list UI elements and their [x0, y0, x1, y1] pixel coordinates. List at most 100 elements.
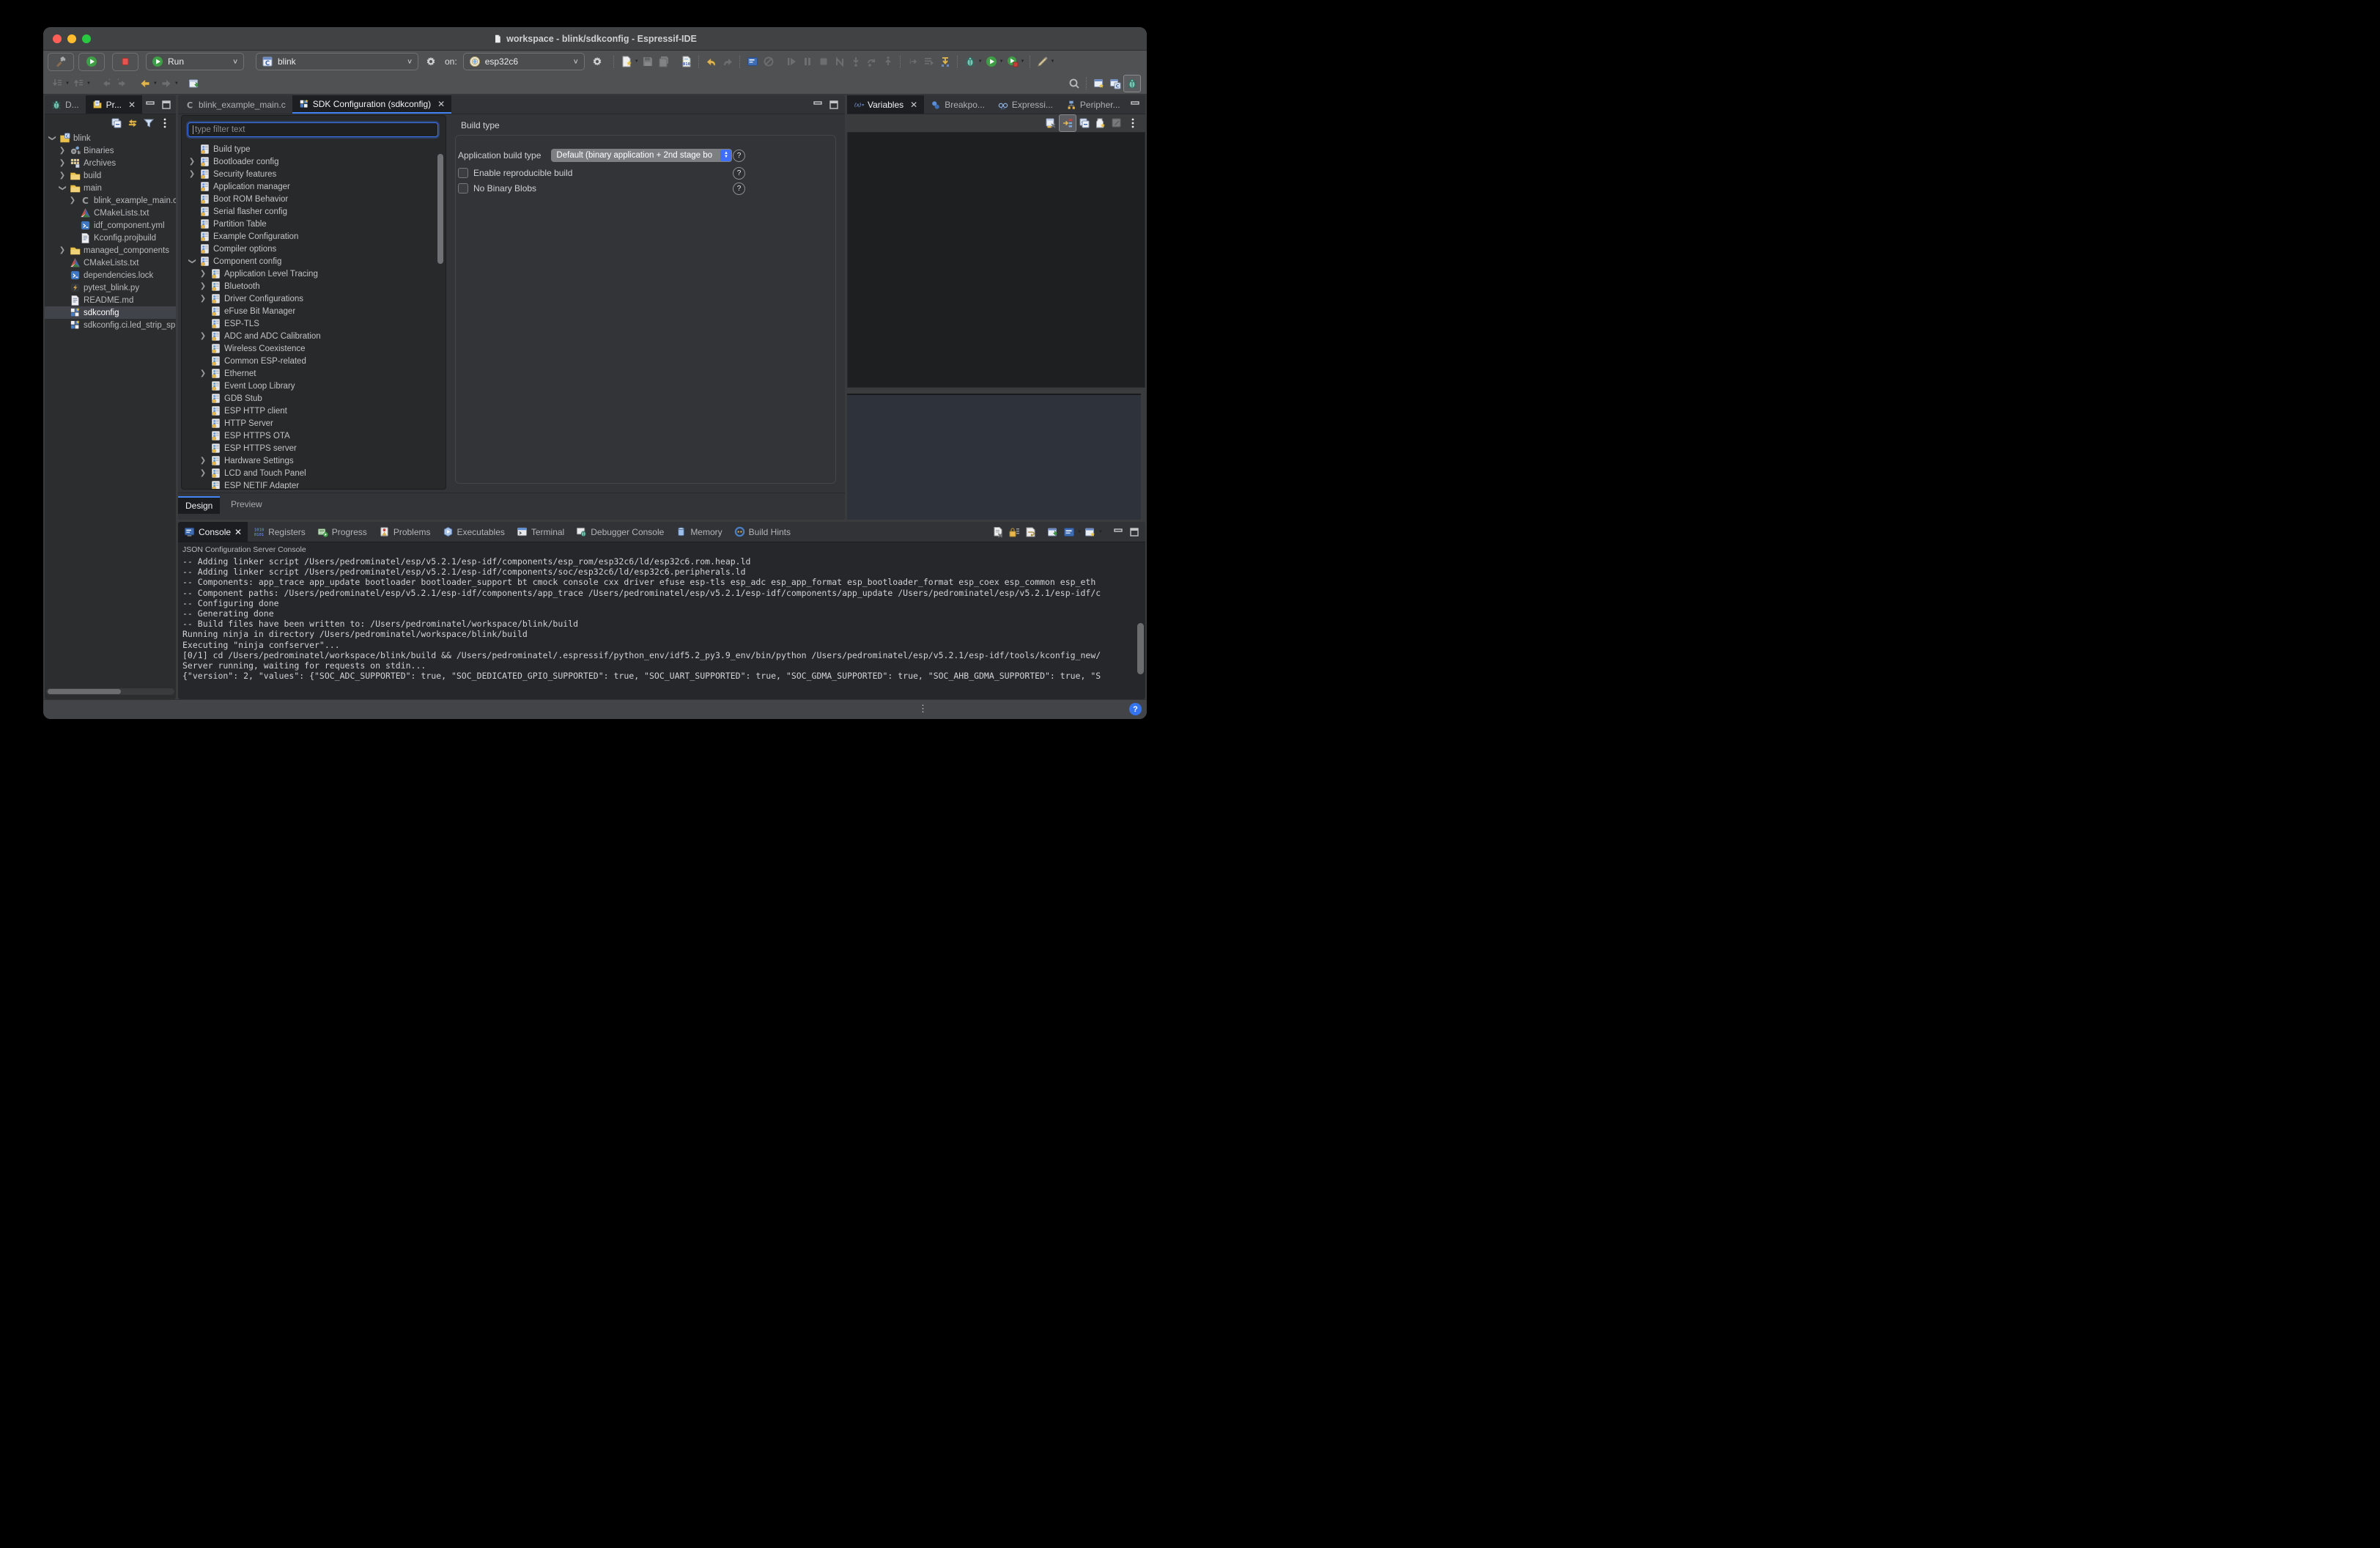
config-item-http-server[interactable]: HTTP Server [182, 417, 446, 430]
config-item-common-esp-related[interactable]: Common ESP-related [182, 355, 446, 367]
tab-terminal[interactable]: Terminal [511, 522, 570, 542]
config-item-security-features[interactable]: ❯Security features [182, 168, 446, 180]
tab-debugger-console[interactable]: Debugger Console [570, 522, 670, 542]
config-item-bootloader-config[interactable]: ❯Bootloader config [182, 155, 446, 168]
build-button[interactable] [48, 53, 74, 71]
tree-item-idf-component-yml[interactable]: idf_component.yml [45, 219, 176, 232]
config-item-serial-flasher-config[interactable]: Serial flasher config [182, 205, 446, 218]
target-gear-icon[interactable] [589, 54, 605, 70]
tab-blink-example-main[interactable]: C blink_example_main.c [178, 95, 292, 114]
tab-design[interactable]: Design [178, 496, 220, 514]
tree-item-blink-example-main-c[interactable]: ❯Cblink_example_main.c [45, 194, 176, 207]
display-console-icon[interactable] [1061, 524, 1077, 540]
search-icon[interactable] [1066, 75, 1082, 92]
help-icon[interactable]: ? [733, 167, 745, 180]
pin-console-icon[interactable] [1045, 524, 1061, 540]
config-item-compiler-options[interactable]: Compiler options [182, 243, 446, 255]
config-item-partition-table[interactable]: Partition Table [182, 218, 446, 230]
help-icon[interactable]: ? [733, 183, 745, 195]
close-window-button[interactable] [53, 34, 62, 43]
link-editor-icon[interactable] [125, 115, 141, 131]
stop-button[interactable] [112, 53, 138, 71]
drop-frame-icon[interactable] [937, 54, 953, 70]
config-item-wireless-coexistence[interactable]: Wireless Coexistence [182, 342, 446, 355]
config-item-hardware-settings[interactable]: ❯Hardware Settings [182, 454, 446, 467]
max-icon[interactable] [1143, 97, 1145, 113]
tab-build-hints[interactable]: Build Hints [728, 522, 797, 542]
tree-item-sdkconfig[interactable]: sdkconfig [45, 306, 176, 319]
new-wizard-icon[interactable] [618, 54, 635, 70]
app-build-type-select[interactable]: Default (binary application + 2nd stage … [551, 149, 732, 162]
show-type-icon[interactable] [1043, 115, 1059, 131]
expand-arrow-icon[interactable]: ❯ [58, 147, 67, 155]
launch-config-gear-icon[interactable] [423, 54, 439, 70]
target-select[interactable]: esp32c6∨ [463, 53, 585, 70]
expand-arrow-icon[interactable]: ❯ [68, 196, 77, 204]
undo-icon[interactable] [703, 54, 720, 70]
config-item-component-config[interactable]: ❯Component config [182, 255, 446, 268]
minimize-window-button[interactable] [67, 34, 76, 43]
tab-expressions[interactable]: x= Expressi... [991, 95, 1060, 114]
tab-breakpoints[interactable]: Breakpo... [924, 95, 991, 114]
collapse-all-icon[interactable] [108, 115, 125, 131]
filter-input[interactable]: type filter text [188, 122, 438, 137]
expand-arrow-icon[interactable]: ❯ [59, 184, 67, 193]
bug-icon[interactable] [962, 54, 978, 70]
config-item-build-type[interactable]: Build type [182, 143, 446, 155]
config-item-esp-netif-adapter[interactable]: ESP NETIF Adapter [182, 479, 446, 489]
dropdown-arrow-icon[interactable]: ▼ [1051, 59, 1055, 64]
config-item-boot-rom-behavior[interactable]: Boot ROM Behavior [182, 193, 446, 205]
help-icon[interactable]: ? [733, 150, 745, 162]
open-console-icon[interactable] [1082, 524, 1098, 540]
persp-debug-icon[interactable] [1123, 75, 1141, 92]
tab-registers[interactable]: 10100101Registers [248, 522, 311, 542]
filter-icon[interactable] [141, 115, 157, 131]
run-button[interactable] [78, 53, 105, 71]
tree-item-cmakelists-txt[interactable]: CMakeLists.txt [45, 207, 176, 219]
config-item-esp-https-server[interactable]: ESP HTTPS server [182, 442, 446, 454]
max-icon[interactable] [826, 97, 842, 113]
pin-editor-icon[interactable] [186, 75, 202, 92]
config-item-gdb-stub[interactable]: GDB Stub [182, 392, 446, 405]
max-icon[interactable] [158, 97, 174, 113]
close-icon[interactable]: ✕ [437, 99, 445, 109]
tab-preview[interactable]: Preview [223, 496, 270, 512]
horizontal-scrollbar[interactable] [46, 688, 174, 695]
tree-item-managed-components[interactable]: ❯managed_components [45, 244, 176, 257]
dropdown-arrow-icon[interactable]: ▼ [1098, 530, 1103, 534]
play-orb-icon[interactable] [983, 54, 999, 70]
tab-memory[interactable]: Memory [670, 522, 728, 542]
link-frame-icon[interactable] [1059, 114, 1076, 132]
kebab-icon[interactable] [1125, 115, 1141, 131]
config-item-adc-and-adc-calibration[interactable]: ❯ADC and ADC Calibration [182, 330, 446, 342]
close-icon[interactable]: ✕ [234, 527, 242, 537]
expand-arrow-icon[interactable]: ❯ [199, 282, 207, 290]
tree-item-kconfig-projbuild[interactable]: Kconfig.projbuild [45, 232, 176, 244]
launch-mode-select[interactable]: Run∨ [146, 53, 244, 70]
console-select-icon[interactable] [744, 54, 761, 70]
config-item-example-configuration[interactable]: Example Configuration [182, 230, 446, 243]
word-wrap-icon[interactable] [1022, 524, 1038, 540]
min-icon[interactable] [810, 97, 826, 113]
config-item-lcd-and-touch-panel[interactable]: ❯LCD and Touch Panel [182, 467, 446, 479]
config-item-bluetooth[interactable]: ❯Bluetooth [182, 280, 446, 292]
tab-executables[interactable]: Executables [437, 522, 511, 542]
close-icon[interactable]: ✕ [910, 100, 917, 110]
dropdown-arrow-icon[interactable]: ▼ [65, 81, 70, 86]
tree-item-archives[interactable]: ❯Archives [45, 157, 176, 169]
binary-doc-icon[interactable]: 010 [679, 54, 695, 70]
back-icon[interactable] [137, 75, 153, 92]
console-body[interactable]: JSON Configuration Server Console -- Add… [178, 542, 1145, 699]
expand-arrow-icon[interactable]: ❯ [188, 170, 196, 178]
dropdown-arrow-icon[interactable]: ▼ [153, 81, 158, 86]
tree-item-sdkconfig-ci-led-strip-sp[interactable]: sdkconfig.ci.led_strip_sp [45, 319, 176, 331]
dropdown-arrow-icon[interactable]: ▼ [174, 81, 179, 86]
reproducible-build-checkbox[interactable] [458, 168, 468, 178]
status-overflow-icon[interactable]: ⋮ [918, 703, 928, 715]
collapse-all-icon[interactable] [1076, 115, 1093, 131]
help-button[interactable]: ? [1129, 703, 1142, 715]
tree-item-cmakelists-txt[interactable]: CMakeLists.txt [45, 257, 176, 269]
launch-config-select[interactable]: C blink∨ [256, 53, 418, 70]
expand-arrow-icon[interactable]: ❯ [199, 369, 207, 377]
expand-arrow-icon[interactable]: ❯ [199, 295, 207, 303]
